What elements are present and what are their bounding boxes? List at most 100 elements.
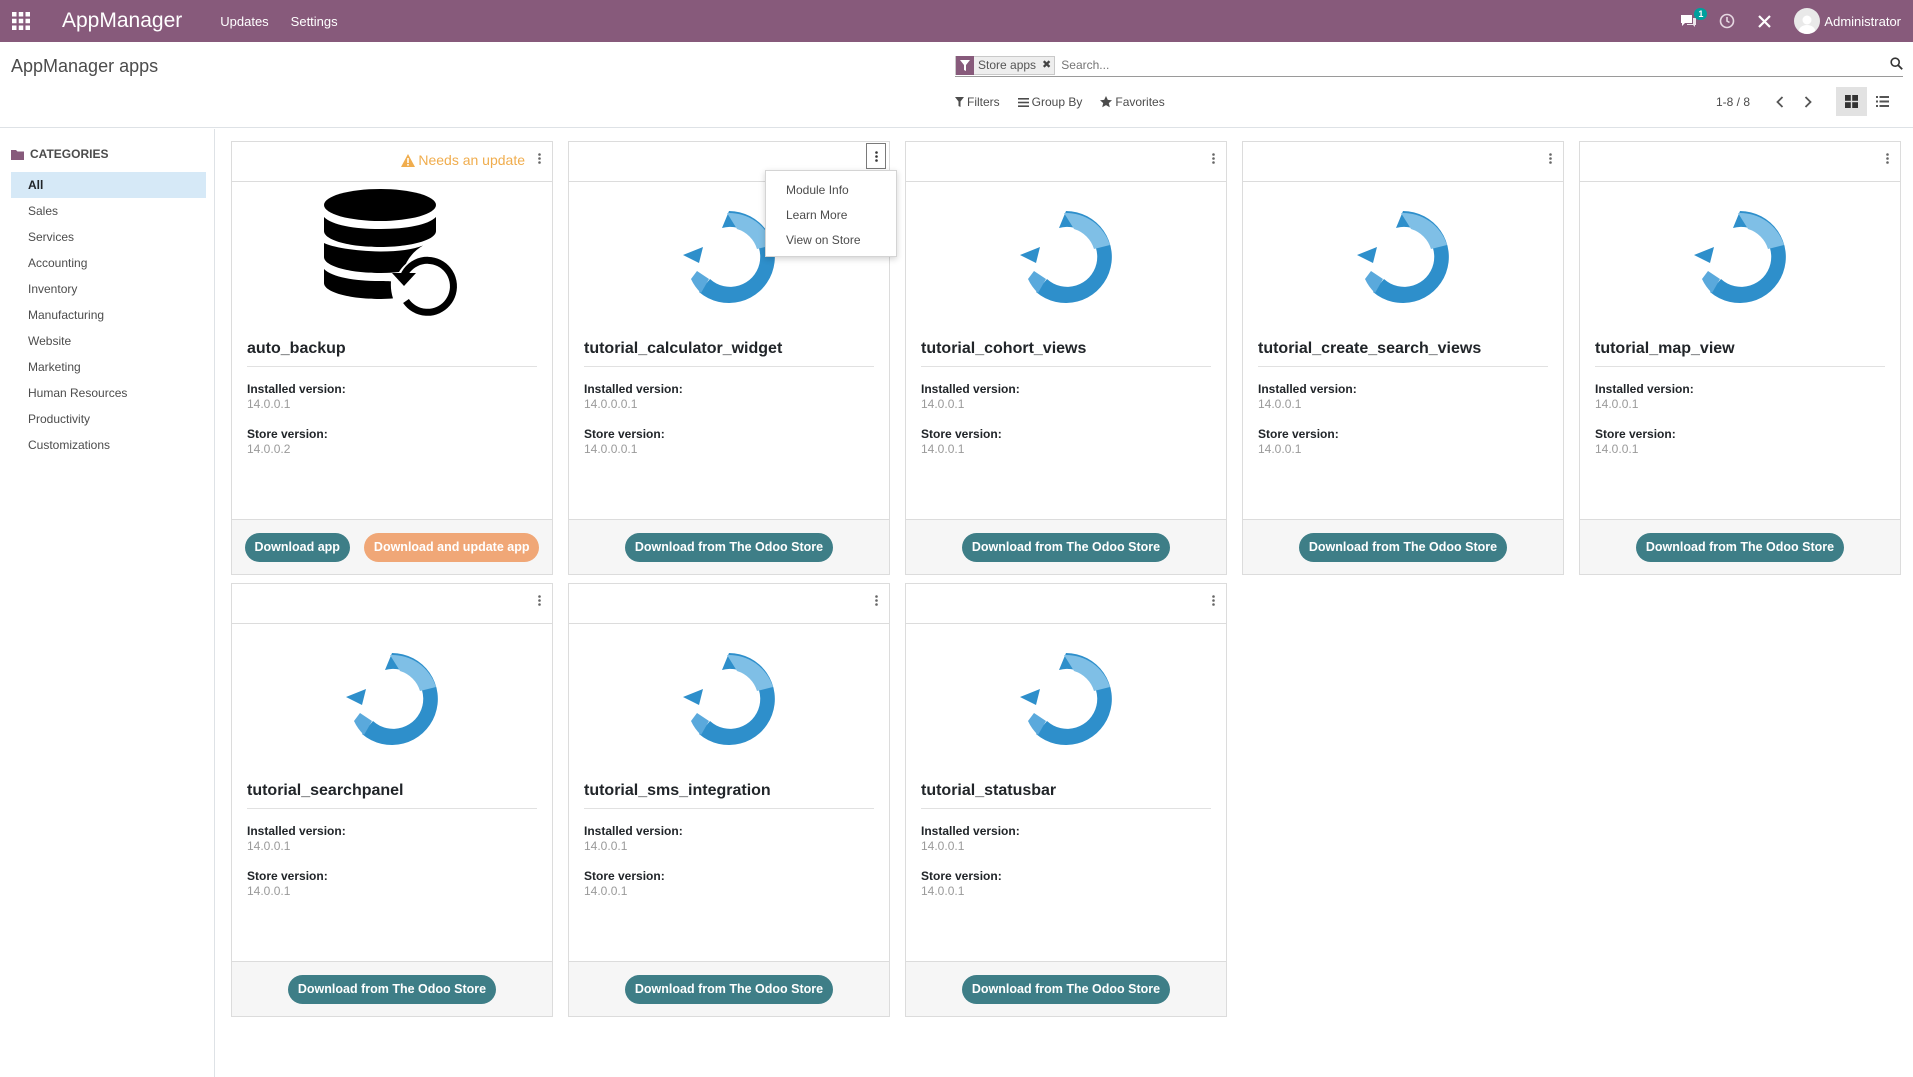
kebab-menu-icon[interactable] [1543, 149, 1557, 167]
installed-version-label: Installed version: [247, 382, 346, 396]
store-version-label: Store version: [247, 869, 328, 883]
category-marketing[interactable]: Marketing [11, 354, 206, 380]
category-services[interactable]: Services [11, 224, 206, 250]
category-sales[interactable]: Sales [11, 198, 206, 224]
app-card[interactable]: tutorial_map_view Installed version: 14.… [1579, 141, 1901, 575]
store-version-label: Store version: [921, 427, 1002, 441]
app-card[interactable]: tutorial_create_search_views Installed v… [1242, 141, 1564, 575]
installed-version-label: Installed version: [1258, 382, 1357, 396]
kebab-menu-icon[interactable] [1206, 149, 1220, 167]
kebab-menu-icon[interactable] [866, 143, 886, 169]
store-version-value: 14.0.0.1 [247, 884, 291, 898]
facet-label: Store apps [974, 56, 1040, 74]
download-from-store-button[interactable]: Download from The Odoo Store [287, 974, 497, 1004]
store-version-value: 14.0.0.1 [1595, 442, 1639, 456]
store-version-label: Store version: [584, 869, 665, 883]
app-card[interactable]: tutorial_cohort_views Installed version:… [905, 141, 1227, 575]
menu-settings[interactable]: Settings [291, 14, 338, 29]
app-brand[interactable]: AppManager [62, 9, 182, 33]
installed-version-value: 14.0.0.1 [921, 839, 965, 853]
module-info-item[interactable]: Module Info [766, 178, 896, 203]
installed-version-value: 14.0.0.1 [247, 397, 291, 411]
search-input[interactable] [1061, 58, 1903, 72]
debug-tools-menu[interactable] [1757, 14, 1772, 29]
download-from-store-button[interactable]: Download from The Odoo Store [961, 974, 1171, 1004]
installed-version-value: 14.0.0.1 [584, 839, 628, 853]
view-on-store-item[interactable]: View on Store [766, 228, 896, 253]
category-productivity[interactable]: Productivity [11, 406, 206, 432]
category-all[interactable]: All [11, 172, 206, 198]
store-version-value: 14.0.0.2 [247, 442, 291, 456]
kebab-menu-icon[interactable] [532, 591, 546, 609]
avatar [1794, 8, 1821, 34]
database-restore-icon [232, 182, 552, 332]
card-header [1580, 142, 1900, 182]
folder-icon [11, 149, 24, 160]
category-inventory[interactable]: Inventory [11, 276, 206, 302]
card-footer: Download from The Odoo Store [1580, 519, 1900, 574]
chevron-right-icon[interactable] [1794, 96, 1822, 108]
store-version-label: Store version: [1258, 427, 1339, 441]
store-version-value: 14.0.0.1 [584, 884, 628, 898]
category-accounting[interactable]: Accounting [11, 250, 206, 276]
installed-version-label: Installed version: [247, 824, 346, 838]
app-name: tutorial_sms_integration [584, 782, 771, 799]
messaging-menu[interactable]: 1 [1680, 7, 1708, 29]
store-version-label: Store version: [584, 427, 665, 441]
odoo-logo-icon [1580, 182, 1900, 332]
app-card[interactable]: Needs an update auto_backup Installed ve… [231, 141, 553, 575]
kebab-menu-icon[interactable] [1206, 591, 1220, 609]
filters-toggle[interactable]: Filters [955, 95, 1000, 109]
download-and-update-button[interactable]: Download and update app [363, 532, 540, 562]
star-icon [1100, 96, 1113, 108]
apps-menu-icon[interactable] [0, 0, 42, 42]
app-card[interactable]: tutorial_sms_integration Installed versi… [568, 583, 890, 1017]
group-by-label: Group By [1031, 95, 1083, 109]
installed-version-label: Installed version: [921, 824, 1020, 838]
categories-header: CATEGORIES [11, 147, 108, 161]
app-name: auto_backup [247, 340, 346, 357]
download-from-store-button[interactable]: Download from The Odoo Store [961, 532, 1171, 562]
app-card[interactable]: tutorial_statusbar Installed version: 14… [905, 583, 1227, 1017]
menu-updates[interactable]: Updates [220, 14, 268, 29]
download-from-store-button[interactable]: Download from The Odoo Store [624, 532, 834, 562]
user-name: Administrator [1824, 13, 1901, 29]
pager-value[interactable]: 1-8 / 8 [1716, 95, 1750, 109]
installed-version-label: Installed version: [1595, 382, 1694, 396]
learn-more-item[interactable]: Learn More [766, 203, 896, 228]
category-customizations[interactable]: Customizations [11, 432, 206, 458]
list-view-icon[interactable] [1867, 87, 1898, 116]
facet-remove-icon[interactable]: ✖ [1039, 56, 1055, 74]
category-human-resources[interactable]: Human Resources [11, 380, 206, 406]
user-menu[interactable]: Administrator [1794, 8, 1901, 34]
kanban-view-icon[interactable] [1836, 87, 1867, 116]
needs-update-warning: Needs an update [401, 152, 525, 168]
kebab-menu-icon[interactable] [532, 149, 546, 167]
kebab-menu-icon[interactable] [869, 591, 883, 609]
download-from-store-button[interactable]: Download from The Odoo Store [1298, 532, 1508, 562]
favorites-toggle[interactable]: Favorites [1100, 95, 1165, 109]
category-list: All Sales Services Accounting Inventory … [11, 172, 206, 458]
group-by-toggle[interactable]: Group By [1017, 95, 1083, 109]
download-from-store-button[interactable]: Download from The Odoo Store [1635, 532, 1845, 562]
clock-icon [1720, 13, 1735, 29]
odoo-logo-icon [569, 624, 889, 774]
kebab-menu-icon[interactable] [1880, 149, 1894, 167]
search-bar: Store apps ✖ [955, 54, 1903, 77]
card-dropdown-menu: Module Info Learn More View on Store [765, 170, 897, 257]
category-manufacturing[interactable]: Manufacturing [11, 302, 206, 328]
card-header [906, 142, 1226, 182]
store-version-value: 14.0.0.1 [1258, 442, 1302, 456]
activity-menu[interactable] [1719, 13, 1735, 29]
download-from-store-button[interactable]: Download from The Odoo Store [624, 974, 834, 1004]
download-app-button[interactable]: Download app [244, 532, 350, 562]
app-name: tutorial_statusbar [921, 782, 1057, 799]
search-panel: CATEGORIES All Sales Services Accounting… [0, 129, 215, 1077]
warning-icon [401, 153, 416, 167]
category-website[interactable]: Website [11, 328, 206, 354]
app-card[interactable]: tutorial_searchpanel Installed version: … [231, 583, 553, 1017]
card-footer: Download app Download and update app [232, 519, 552, 574]
search-icon[interactable] [1890, 57, 1903, 73]
filter-icon [956, 55, 974, 75]
chevron-left-icon[interactable] [1766, 96, 1794, 108]
